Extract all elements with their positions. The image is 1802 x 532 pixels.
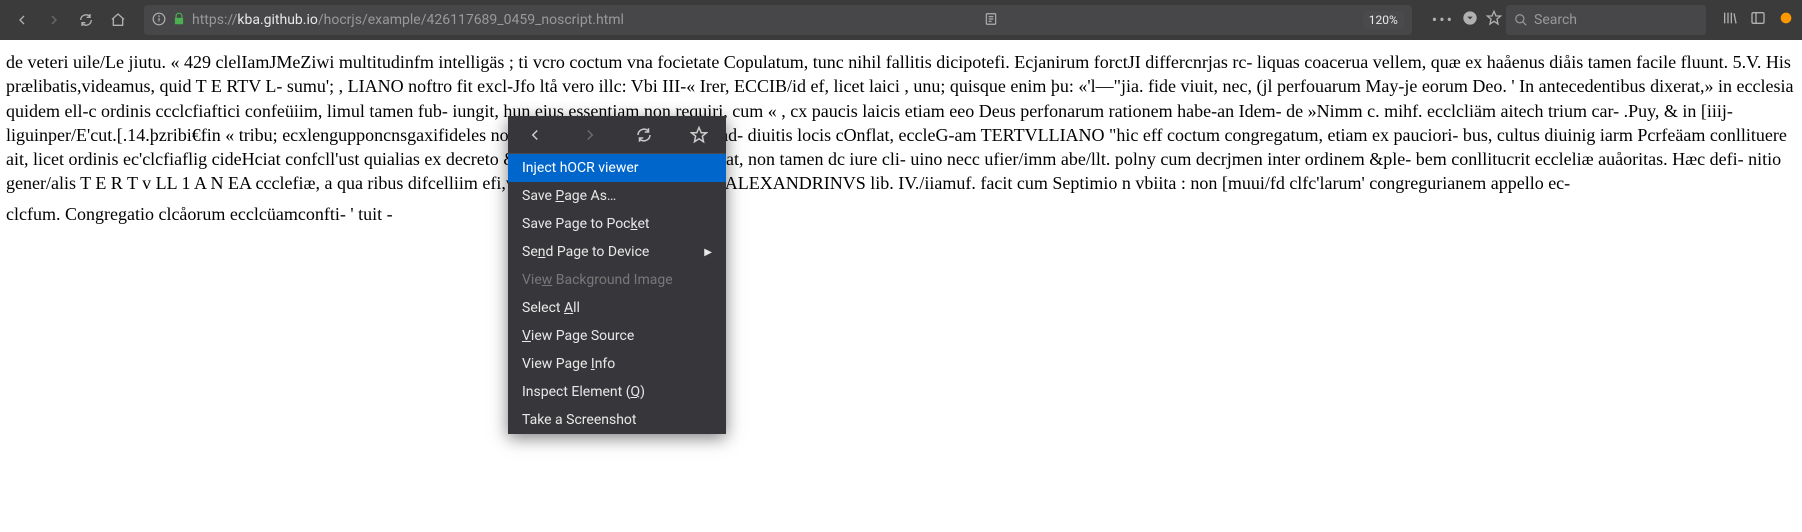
library-icon[interactable]	[1722, 10, 1738, 30]
context-menu-item-8[interactable]: Inspect Element (Q)	[508, 378, 726, 406]
home-button[interactable]	[104, 6, 132, 34]
info-icon[interactable]	[152, 11, 166, 30]
reload-button[interactable]	[72, 6, 100, 34]
context-menu-item-9[interactable]: Take a Screenshot	[508, 406, 726, 434]
url-actions: •••	[1432, 10, 1502, 30]
cm-back-icon[interactable]	[519, 119, 551, 151]
back-button[interactable]	[8, 6, 36, 34]
url-text: https://kba.github.io/hocrjs/example/426…	[192, 12, 624, 28]
context-menu-item-5[interactable]: Select All	[508, 294, 726, 322]
sidebar-icon[interactable]	[1750, 10, 1766, 30]
cm-bookmark-icon[interactable]	[683, 119, 715, 151]
more-icon[interactable]: •••	[1432, 10, 1454, 30]
context-menu-item-3[interactable]: Send Page to Device▶	[508, 238, 726, 266]
search-placeholder: Search	[1534, 12, 1577, 28]
context-menu: Inject hOCR viewerSave Page As…Save Page…	[508, 116, 726, 434]
page-content: de veteri uile/Le jiutu. « 429 clelIamJM…	[0, 40, 1802, 242]
url-bar[interactable]: https://kba.github.io/hocrjs/example/426…	[144, 5, 1412, 35]
extension-icon[interactable]	[1778, 10, 1794, 30]
zoom-badge[interactable]: 120%	[1363, 11, 1404, 29]
page-paragraph-1: de veteri uile/Le jiutu. « 429 clelIamJM…	[6, 50, 1796, 196]
browser-toolbar: https://kba.github.io/hocrjs/example/426…	[0, 0, 1802, 40]
lock-icon	[172, 11, 186, 30]
bookmark-star-icon[interactable]	[1486, 10, 1502, 30]
context-menu-item-4: View Background Image	[508, 266, 726, 294]
forward-button[interactable]	[40, 6, 68, 34]
pocket-icon[interactable]	[1462, 10, 1478, 30]
cm-reload-icon[interactable]	[628, 119, 660, 151]
search-icon	[1514, 13, 1528, 27]
search-bar[interactable]: Search	[1506, 5, 1706, 35]
url-scheme: https://	[192, 12, 237, 28]
context-menu-item-7[interactable]: View Page Info	[508, 350, 726, 378]
cm-forward-icon[interactable]	[574, 119, 606, 151]
page-paragraph-2: clcfum. Congregatio clcåorum ecclcüamcon…	[6, 202, 1796, 226]
context-menu-item-2[interactable]: Save Page to Pocket	[508, 210, 726, 238]
url-path: /hocrjs/example/426117689_0459_noscript.…	[318, 12, 624, 28]
context-menu-item-0[interactable]: Inject hOCR viewer	[508, 154, 726, 182]
right-toolbar-icons	[1722, 10, 1794, 30]
context-menu-item-6[interactable]: View Page Source	[508, 322, 726, 350]
context-menu-item-1[interactable]: Save Page As…	[508, 182, 726, 210]
reader-mode-icon[interactable]	[984, 11, 1002, 30]
url-domain: kba.github.io	[237, 12, 317, 28]
context-menu-nav	[508, 116, 726, 154]
